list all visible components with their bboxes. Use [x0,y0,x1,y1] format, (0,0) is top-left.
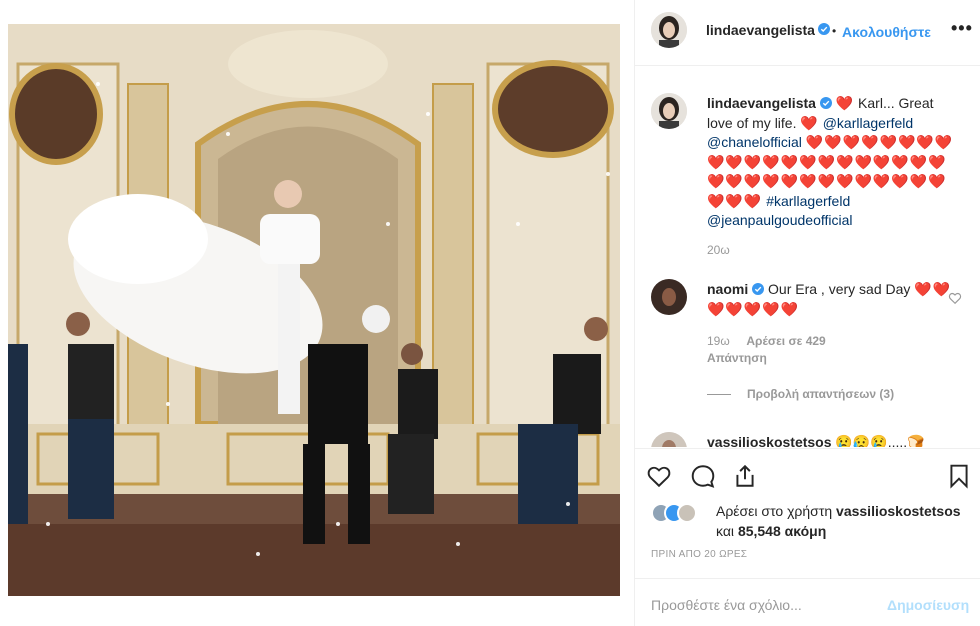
comment-message: Our Era , very sad Day [768,281,911,297]
more-options-icon[interactable]: ••• [951,18,973,39]
verified-badge-icon [752,283,765,295]
instagram-post-view: lindaevangelista • Ακολουθήστε ••• linda… [0,0,980,626]
comment-meta: 19ω Αρέσει σε 429 [707,334,826,348]
comment-message: 😢😥😢.....🍞 [835,434,925,447]
likers-avatars[interactable] [651,503,711,525]
author-username[interactable]: lindaevangelista [706,22,815,38]
likes-text: Αρέσει στο χρήστη vassilioskostetsos και… [716,501,976,541]
comment-username[interactable]: vassilioskostetsos [707,434,832,447]
comment-input[interactable]: Προσθέστε ένα σχόλιο... [651,597,802,613]
add-comment-bar: Προσθέστε ένα σχόλιο... Δημοσίευση [635,578,980,626]
caption-heart-emoji-2: ❤️ [800,114,819,131]
caption-text: lindaevangelista ❤️ Karl... Great love o… [707,94,962,231]
hashtag-karllagerfeld[interactable]: #karllagerfeld [766,193,850,209]
photo-scene [8,24,620,596]
likes-others-count[interactable]: 85,548 ακόμη [738,523,826,539]
share-icon[interactable] [732,463,758,489]
verified-badge-icon [818,23,830,35]
comment-like-icon[interactable] [948,291,962,305]
view-replies-label[interactable]: Προβολή απαντήσεων (3) [747,387,894,401]
caption-avatar[interactable] [651,93,687,129]
heart-icon[interactable] [646,463,672,489]
avatar-image [651,93,687,129]
reply-link[interactable]: Απάντηση [707,351,767,365]
comment-avatar-vassilioskostetsos[interactable] [651,432,687,447]
comment-icon[interactable] [690,463,716,489]
mention-chanelofficial[interactable]: @chanelofficial [707,134,802,150]
mention-jeanpaulgoude[interactable]: @jeanpaulgoudeofficial [707,212,853,228]
caption-username[interactable]: lindaevangelista [707,95,816,111]
reply-label[interactable]: Απάντηση [707,351,767,365]
follow-button[interactable]: Ακολουθήστε [842,24,931,40]
bookmark-icon[interactable] [946,463,972,489]
post-actions: Αρέσει στο χρήστη vassilioskostetsos και… [635,448,980,560]
verified-badge-icon [819,97,832,109]
post-comment-button[interactable]: Δημοσίευση [887,597,969,613]
comment-avatar-naomi[interactable] [651,279,687,315]
comment-likes-count[interactable]: Αρέσει σε 429 [746,334,825,348]
comment-text-naomi: naomi Our Era , very sad Day ❤️❤️❤️❤️❤️❤… [707,280,962,319]
avatar-image [651,12,687,48]
comments-list[interactable]: lindaevangelista ❤️ Karl... Great love o… [635,67,980,447]
comment-username[interactable]: naomi [707,281,748,297]
post-photo[interactable] [8,24,620,596]
comment-age: 19ω [707,334,730,348]
liked-by-user[interactable]: vassilioskostetsos [836,503,961,519]
author-avatar[interactable] [651,12,687,48]
comment-text-vassilioskostetsos: vassilioskostetsos 😢😥😢.....🍞 [707,433,962,447]
caption-heart-emoji: ❤️ [835,95,855,111]
avatar-image [651,432,687,447]
separator-dot: • [832,24,837,38]
liked-by-prefix: Αρέσει στο χρήστη [716,503,837,519]
liker-avatar [677,503,697,523]
view-replies[interactable]: Προβολή απαντήσεων (3) [707,387,894,401]
mention-karllagerfeld[interactable]: @karllagerfeld [823,115,913,131]
post-timestamp[interactable]: ΠΡΙΝ ΑΠΟ 20 ΩΡΕΣ [651,549,747,560]
liked-by-and: και [716,523,738,539]
replies-divider [707,394,731,396]
caption-age: 20ω [707,243,730,257]
avatar-image [651,279,687,315]
post-header: lindaevangelista • Ακολουθήστε ••• [635,0,980,66]
post-sidebar: lindaevangelista • Ακολουθήστε ••• linda… [634,0,980,626]
